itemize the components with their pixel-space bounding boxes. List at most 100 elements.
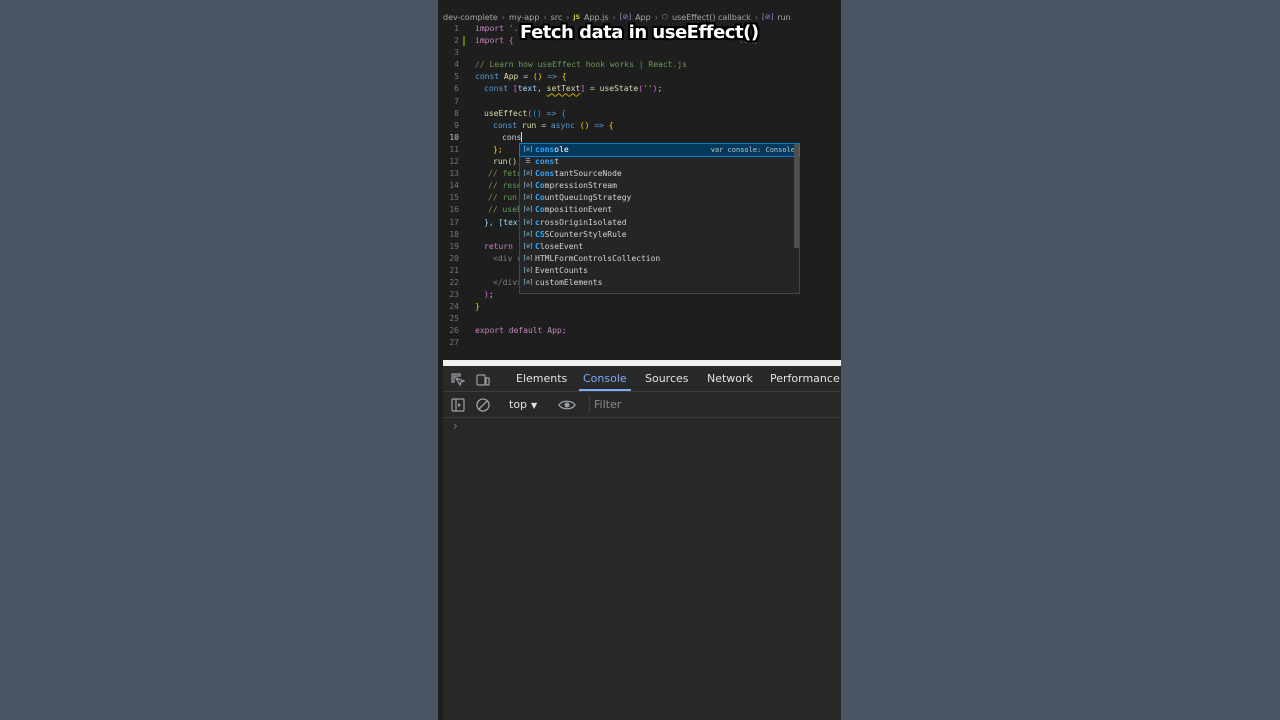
suggestion-item[interactable]: [⊘] CountQueuingStrategy	[520, 192, 799, 204]
code-text: return (	[484, 241, 523, 251]
suggestion-label: customElements	[535, 278, 603, 288]
code-text: const run = async () => {	[493, 120, 614, 130]
line-number: 6	[454, 84, 459, 94]
tab-performance[interactable]: Performance	[770, 366, 840, 391]
code-line: 9 const run = async () => {	[438, 120, 841, 132]
code-text: const App = () => {	[475, 72, 567, 82]
suggestion-item[interactable]: ☰ const	[520, 156, 799, 168]
code-comment: // fetc	[488, 169, 522, 179]
suggestion-item[interactable]: [⊘] ConstantSourceNode	[520, 168, 799, 180]
code-text: import {	[475, 36, 514, 46]
suggestion-item[interactable]: [⊘] HTMLFormControlsCollection	[520, 253, 799, 265]
suggestion-item[interactable]: [⊘] EventCounts	[520, 265, 799, 277]
eye-icon[interactable]	[558, 397, 576, 411]
suggestion-item[interactable]: [⊘] CompositionEvent	[520, 204, 799, 216]
code-editor[interactable]: dev-complete › my-app › src › JS App.js …	[438, 0, 841, 360]
suggestion-label: CountQueuingStrategy	[535, 193, 632, 203]
code-comment: // run	[488, 193, 517, 203]
git-modified-marker	[463, 36, 465, 47]
console-prompt[interactable]: ›	[453, 419, 458, 433]
suggestion-item[interactable]: [⊘] CloseEvent	[520, 241, 799, 253]
dropdown-arrow-icon: ▼	[531, 401, 538, 410]
variable-symbol-icon: [⊘]	[522, 266, 534, 274]
line-number: 27	[449, 338, 459, 348]
chevron-right-icon: ›	[543, 12, 547, 22]
code-line: 27	[438, 337, 841, 349]
code-line: 25	[438, 313, 841, 325]
tab-network[interactable]: Network	[707, 366, 753, 391]
device-toolbar-icon[interactable]	[476, 372, 490, 386]
line-number: 9	[454, 120, 459, 130]
variable-symbol-icon: [⊘]	[522, 242, 534, 250]
chevron-right-icon: ›	[754, 12, 758, 22]
breadcrumb-item[interactable]: App	[635, 13, 651, 22]
tab-elements[interactable]: Elements	[516, 366, 567, 391]
suggestion-label: CompressionStream	[535, 181, 617, 191]
suggestion-label: console	[535, 145, 569, 154]
line-number: 18	[449, 229, 459, 239]
code-line: 24}	[438, 301, 841, 313]
suggestion-item[interactable]: [⊘] CSSCounterStyleRule	[520, 229, 799, 241]
code-text: <div c	[493, 253, 522, 263]
line-number: 15	[449, 193, 459, 203]
suggestion-label: crossOriginIsolated	[535, 217, 627, 227]
devtools-tab-bar: Elements Console Sources Network Perform…	[443, 366, 841, 392]
variable-symbol-icon: [⊘]	[522, 182, 534, 190]
inspect-element-icon[interactable]	[451, 372, 466, 387]
tab-console[interactable]: Console	[579, 366, 631, 391]
breadcrumb-item[interactable]: dev-complete	[443, 13, 498, 22]
line-number: 5	[454, 72, 459, 82]
execution-context-select[interactable]: top ▼	[509, 397, 537, 412]
console-toolbar: top ▼	[443, 392, 841, 418]
line-number: 19	[449, 241, 459, 251]
suggestion-detail: var console: Console	[710, 146, 795, 154]
line-number: 7	[454, 96, 459, 106]
line-number: 2	[454, 36, 459, 46]
sidebar-toggle-icon[interactable]	[451, 397, 465, 412]
suggestion-item[interactable]: [⊘] customElements	[520, 277, 799, 289]
chevron-right-icon: ›	[566, 12, 570, 22]
breadcrumb-item[interactable]: useEffect() callback	[672, 13, 751, 22]
variable-symbol-icon: [⊘]	[522, 254, 534, 262]
line-number: 8	[454, 108, 459, 118]
breadcrumb-item[interactable]: App.js	[584, 13, 609, 22]
method-symbol-icon: ⬡	[661, 13, 669, 21]
line-number: 25	[449, 314, 459, 324]
code-line: 7	[438, 96, 841, 108]
variable-symbol-icon: [⊘]	[522, 218, 534, 226]
autocomplete-suggestions[interactable]: [⊘] console var console: Console ☰ const…	[519, 142, 800, 294]
line-number: 13	[449, 169, 459, 179]
code-line: 6 const [text, setText] = useState('');	[438, 83, 841, 95]
code-text: const [text, setText] = useState('');	[484, 84, 663, 94]
devtools-panel[interactable]: Elements Console Sources Network Perform…	[443, 366, 841, 720]
code-comment: // useE	[488, 205, 522, 215]
code-text: run();	[493, 157, 522, 167]
code-line: 4 // Learn how useEffect hook works | Rea…	[438, 59, 841, 71]
clear-console-icon[interactable]	[476, 397, 490, 412]
suggestion-label: ConstantSourceNode	[535, 169, 622, 179]
line-number: 3	[454, 48, 459, 58]
line-number: 12	[449, 157, 459, 167]
suggestion-label: CSSCounterStyleRule	[535, 229, 627, 239]
code-line: 26 export default App;	[438, 325, 841, 337]
console-filter-input[interactable]	[589, 395, 841, 413]
variable-symbol-icon: [⊘]	[522, 230, 534, 238]
video-title-overlay: Fetch data in useEffect()	[520, 22, 759, 43]
line-number: 20	[449, 253, 459, 263]
code-line: 3	[438, 47, 841, 59]
suggestion-item[interactable]: [⊘] crossOriginIsolated	[520, 217, 799, 229]
breadcrumb-item[interactable]: src	[551, 13, 563, 22]
code-text: }, [text	[484, 217, 523, 227]
suggestion-item[interactable]: [⊘] CompressionStream	[520, 180, 799, 192]
variable-symbol-icon: [⊘]	[522, 206, 534, 214]
suggestions-scrollbar[interactable]	[794, 144, 799, 248]
chevron-right-icon: ›	[612, 12, 616, 22]
tab-sources[interactable]: Sources	[645, 366, 689, 391]
code-text: );	[484, 290, 494, 300]
suggestion-item[interactable]: [⊘] console var console: Console	[519, 142, 800, 158]
line-number: 11	[449, 144, 459, 154]
breadcrumb-item[interactable]: my-app	[509, 13, 539, 22]
breadcrumb-item[interactable]: run	[777, 13, 790, 22]
variable-symbol-icon: [⊘]	[761, 13, 774, 21]
code-text: };	[493, 144, 503, 154]
